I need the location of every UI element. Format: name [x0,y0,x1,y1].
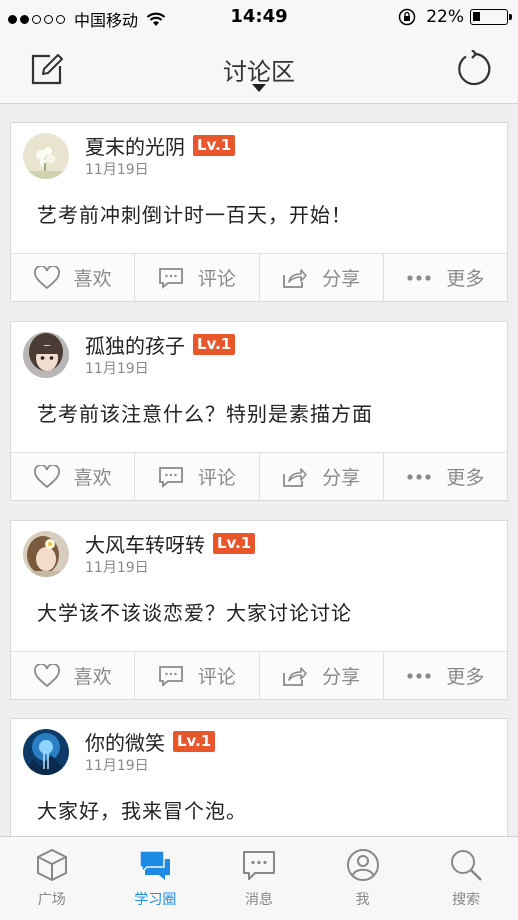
share-button[interactable]: 分享 [258,652,383,699]
more-dots-icon [407,274,431,281]
profile-icon [346,849,379,881]
comment-button[interactable]: 评论 [134,254,258,301]
level-badge: Lv.1 [213,533,256,554]
caret-down-icon[interactable] [252,84,266,92]
status-bar: 中国移动 14:49 22% [0,0,518,34]
share-icon [283,467,307,487]
tab-study-circle[interactable]: 学习圈 [104,837,208,920]
comment-button[interactable]: 评论 [134,453,258,500]
level-badge: Lv.1 [173,731,216,752]
post-card[interactable]: 夏末的光阴 Lv.1 11月19日 艺考前冲刺倒计时一百天，开始！ 喜欢 评论 … [10,122,508,302]
avatar[interactable] [23,729,69,775]
author-name[interactable]: 你的微笑 [85,727,165,756]
share-icon [283,268,307,288]
battery-icon [470,9,512,25]
share-icon [283,666,307,686]
post-actions: 喜欢 评论 分享 更多 [11,651,507,699]
author-name[interactable]: 夏末的光阴 [85,131,185,160]
message-icon [242,851,275,880]
chat-bubbles-icon [139,850,171,880]
avatar[interactable] [23,133,69,179]
tab-plaza[interactable]: 广场 [0,837,104,920]
post-actions: 喜欢 评论 分享 更多 [11,253,507,301]
comment-button[interactable]: 评论 [134,652,258,699]
battery-percentage: 22% [426,7,464,27]
refresh-icon[interactable] [454,50,492,88]
comment-icon [158,466,183,488]
post-card[interactable]: 大风车转呀转 Lv.1 11月19日 大学该不该谈恋爱？大家讨论讨论 喜欢 评论… [10,520,508,700]
post-date: 11月19日 [85,361,149,377]
post-date: 11月19日 [85,758,149,774]
level-badge: Lv.1 [193,334,236,355]
level-badge: Lv.1 [193,135,236,156]
comment-icon [158,665,183,687]
cube-icon [36,849,67,881]
post-content[interactable]: 艺考前冲刺倒计时一百天，开始！ [11,185,507,253]
tab-search[interactable]: 搜索 [414,837,518,920]
battery-fill [473,12,480,21]
author-name[interactable]: 大风车转呀转 [85,529,205,558]
search-icon [451,850,483,881]
more-button[interactable]: 更多 [382,453,507,500]
more-dots-icon [407,473,431,480]
post-card[interactable]: 你的微笑 Lv.1 11月19日 大家好，我来冒个泡。 [10,718,508,836]
heart-icon [33,663,60,687]
post-actions: 喜欢 评论 分享 更多 [11,452,507,500]
nav-bar: 讨论区 [0,34,518,104]
avatar[interactable] [23,531,69,577]
post-content[interactable]: 艺考前该注意什么？特别是素描方面 [11,384,507,452]
comment-icon [158,267,183,289]
tab-messages[interactable]: 消息 [207,837,311,920]
share-button[interactable]: 分享 [258,254,383,301]
post-feed[interactable]: 夏末的光阴 Lv.1 11月19日 艺考前冲刺倒计时一百天，开始！ 喜欢 评论 … [0,104,518,836]
more-button[interactable]: 更多 [382,652,507,699]
post-card[interactable]: 孤独的孩子 Lv.1 11月19日 艺考前该注意什么？特别是素描方面 喜欢 评论… [10,321,508,501]
rotation-lock-icon [398,8,416,26]
post-content[interactable]: 大家好，我来冒个泡。 [11,781,507,836]
post-date: 11月19日 [85,560,149,576]
post-date: 11月19日 [85,162,149,178]
like-button[interactable]: 喜欢 [11,254,134,301]
heart-icon [33,464,60,488]
share-button[interactable]: 分享 [258,453,383,500]
page-title[interactable]: 讨论区 [0,52,518,87]
more-button[interactable]: 更多 [382,254,507,301]
like-button[interactable]: 喜欢 [11,453,134,500]
tab-me[interactable]: 我 [311,837,415,920]
tab-bar: 广场 学习圈 消息 我 搜索 [0,836,518,920]
like-button[interactable]: 喜欢 [11,652,134,699]
more-dots-icon [407,672,431,679]
avatar[interactable] [23,332,69,378]
heart-icon [33,265,60,289]
author-name[interactable]: 孤独的孩子 [85,330,185,359]
post-content[interactable]: 大学该不该谈恋爱？大家讨论讨论 [11,583,507,651]
